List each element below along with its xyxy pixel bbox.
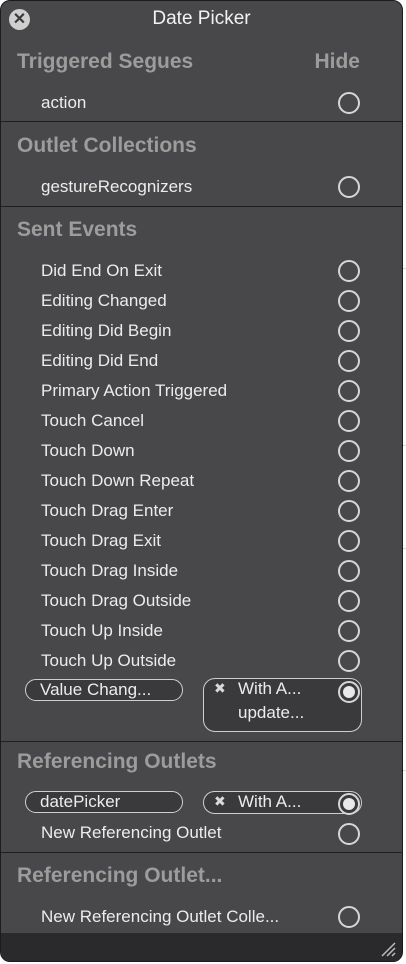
sent-event-label: Touch Cancel	[41, 411, 145, 430]
hide-button[interactable]: Hide	[314, 50, 360, 74]
sent-event-label: Primary Action Triggered	[41, 381, 228, 400]
connection-circle-action[interactable]	[338, 92, 360, 114]
connection-circle[interactable]	[338, 560, 360, 582]
section-header-referencing-outlet-collections: Referencing Outlet...	[17, 864, 223, 887]
connection-circle[interactable]	[338, 380, 360, 402]
section-header-sent-events: Sent Events	[17, 218, 138, 241]
window-title: Date Picker	[152, 8, 251, 29]
connection-circle[interactable]	[338, 590, 360, 612]
title-bar: ✕ Date Picker	[1, 1, 402, 37]
section-header-triggered-segues: Triggered Segues	[17, 50, 194, 73]
sent-event-label: Did End On Exit	[41, 261, 162, 280]
remove-connection-icon[interactable]: ✖	[214, 793, 226, 810]
sent-event-label: Editing Did End	[41, 351, 159, 370]
resize-handle-icon[interactable]	[378, 939, 396, 957]
connection-circle[interactable]	[338, 320, 360, 342]
section-divider	[1, 741, 402, 742]
section-divider	[1, 121, 402, 122]
section-divider	[1, 852, 402, 853]
outlet-collection-gesture-recognizers: gestureRecognizers	[41, 177, 193, 196]
connection-circle[interactable]	[338, 260, 360, 282]
sent-event-label: Touch Up Inside	[41, 621, 163, 640]
new-referencing-outlet-collection-label: New Referencing Outlet Colle...	[41, 907, 280, 926]
sent-event-label: Touch Down Repeat	[41, 471, 195, 490]
sent-event-label: Touch Drag Inside	[41, 561, 179, 580]
connected-circle-value-changed[interactable]	[338, 681, 360, 703]
connection-action: update...	[238, 703, 305, 722]
sent-event-label: Touch Drag Exit	[41, 531, 161, 550]
new-referencing-outlet-label: New Referencing Outlet	[41, 823, 222, 842]
connection-circle[interactable]	[338, 500, 360, 522]
date-picker-outlet-pill[interactable]: datePicker	[25, 791, 183, 813]
value-changed-event-pill[interactable]: Value Chang...	[25, 679, 183, 701]
connection-circle-new-referencing-outlet-collection[interactable]	[338, 906, 360, 928]
connected-circle-date-picker[interactable]	[338, 793, 360, 815]
sent-event-label: Touch Down	[41, 441, 135, 460]
section-header-referencing-outlets: Referencing Outlets	[17, 750, 217, 773]
sent-event-label: Touch Drag Enter	[41, 501, 174, 520]
panel-footer	[1, 933, 402, 961]
connection-circle-gesture-recognizers[interactable]	[338, 176, 360, 198]
connections-inspector-panel: ✕ Date Picker Triggered Segues Hide acti…	[0, 0, 403, 962]
connection-circle[interactable]	[338, 530, 360, 552]
sent-event-label: Editing Did Begin	[41, 321, 172, 340]
connection-target: With A...	[238, 792, 302, 811]
connection-circle[interactable]	[338, 620, 360, 642]
section-divider	[1, 206, 402, 207]
connection-target: With A...	[238, 679, 302, 698]
connection-circle[interactable]	[338, 410, 360, 432]
sent-event-label: Touch Up Outside	[41, 651, 177, 670]
connection-circle-new-referencing-outlet[interactable]	[338, 823, 360, 845]
connection-circle[interactable]	[338, 440, 360, 462]
connection-circle[interactable]	[338, 650, 360, 672]
connection-circle[interactable]	[338, 350, 360, 372]
value-changed-connection[interactable]: ✖ With A... update...	[203, 678, 362, 732]
sent-event-label: Editing Changed	[41, 291, 167, 310]
section-header-outlet-collections: Outlet Collections	[17, 134, 197, 157]
sent-event-label: Touch Drag Outside	[41, 591, 192, 610]
connection-circle[interactable]	[338, 470, 360, 492]
connection-circle[interactable]	[338, 290, 360, 312]
remove-connection-icon[interactable]: ✖	[214, 680, 226, 697]
triggered-segue-action: action	[41, 93, 87, 112]
